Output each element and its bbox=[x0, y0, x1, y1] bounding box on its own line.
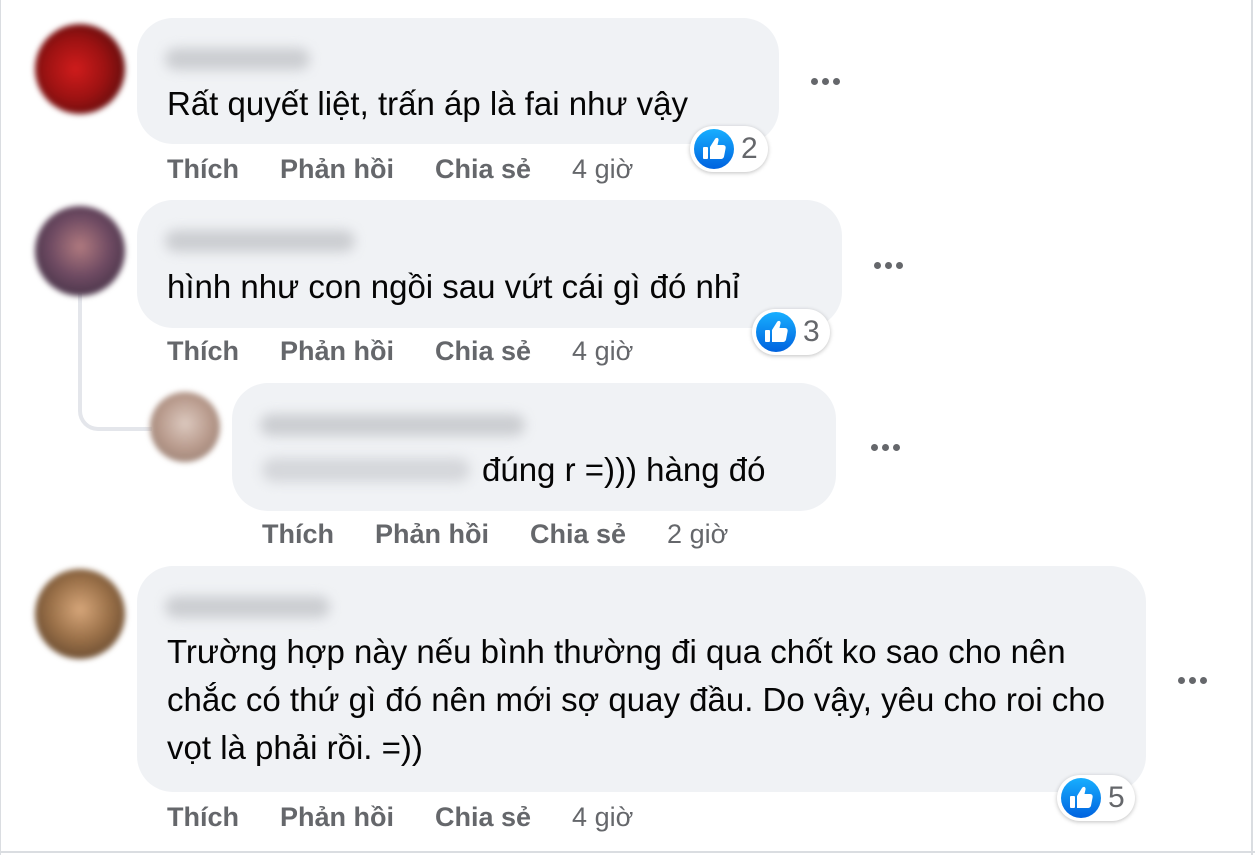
reply-button[interactable]: Phản hồi bbox=[280, 802, 394, 833]
comment-text: Trường hợp này nếu bình thường đi qua ch… bbox=[167, 633, 1105, 766]
thumbs-up-icon bbox=[694, 129, 734, 169]
thumbs-up-icon bbox=[1061, 778, 1101, 818]
comment-actions: Thích Phản hồi Chia sẻ 4 giờ bbox=[167, 802, 633, 833]
reaction-summary[interactable]: 2 bbox=[690, 126, 768, 172]
author-name-blurred[interactable] bbox=[165, 596, 330, 618]
reply-button[interactable]: Phản hồi bbox=[375, 519, 489, 550]
avatar[interactable] bbox=[35, 569, 125, 659]
frame-right-border bbox=[1251, 0, 1253, 855]
comment-text: đúng r =))) hàng đó bbox=[482, 451, 766, 488]
like-button[interactable]: Thích bbox=[167, 154, 239, 185]
share-button[interactable]: Chia sẻ bbox=[435, 154, 531, 185]
author-name-blurred[interactable] bbox=[260, 414, 525, 436]
like-button[interactable]: Thích bbox=[167, 802, 239, 833]
frame-left-border bbox=[0, 0, 1, 855]
share-button[interactable]: Chia sẻ bbox=[435, 336, 531, 367]
reply-button[interactable]: Phản hồi bbox=[280, 336, 394, 367]
like-button[interactable]: Thích bbox=[167, 336, 239, 367]
avatar[interactable] bbox=[35, 206, 125, 296]
mention-blurred[interactable] bbox=[262, 458, 470, 482]
author-name-blurred[interactable] bbox=[165, 48, 310, 70]
comment-actions: Thích Phản hồi Chia sẻ 4 giờ bbox=[167, 154, 633, 185]
comment-text: Rất quyết liệt, trấn áp là fai như vậy bbox=[167, 85, 689, 122]
reply-button[interactable]: Phản hồi bbox=[280, 154, 394, 185]
timestamp[interactable]: 2 giờ bbox=[667, 519, 728, 550]
author-name-blurred[interactable] bbox=[165, 230, 355, 252]
reaction-count: 3 bbox=[803, 315, 820, 348]
timestamp[interactable]: 4 giờ bbox=[572, 154, 633, 185]
reply-thread-line bbox=[78, 293, 152, 431]
more-options-icon[interactable] bbox=[871, 444, 900, 451]
reaction-count: 2 bbox=[741, 132, 758, 165]
timestamp[interactable]: 4 giờ bbox=[572, 336, 633, 367]
like-button[interactable]: Thích bbox=[262, 519, 334, 550]
reaction-summary[interactable]: 5 bbox=[1057, 775, 1135, 821]
share-button[interactable]: Chia sẻ bbox=[530, 519, 626, 550]
comment-actions: Thích Phản hồi Chia sẻ 2 giờ bbox=[262, 519, 728, 550]
more-options-icon[interactable] bbox=[874, 262, 903, 269]
avatar[interactable] bbox=[150, 392, 220, 462]
reaction-count: 5 bbox=[1108, 781, 1125, 814]
more-options-icon[interactable] bbox=[811, 78, 840, 85]
share-button[interactable]: Chia sẻ bbox=[435, 802, 531, 833]
frame-bottom-border bbox=[0, 851, 1255, 853]
timestamp[interactable]: 4 giờ bbox=[572, 802, 633, 833]
comment-actions: Thích Phản hồi Chia sẻ 4 giờ bbox=[167, 336, 633, 367]
avatar[interactable] bbox=[35, 24, 125, 114]
comment-text: hình như con ngồi sau vứt cái gì đó nhỉ bbox=[167, 268, 740, 305]
more-options-icon[interactable] bbox=[1178, 677, 1207, 684]
thumbs-up-icon bbox=[756, 312, 796, 352]
reaction-summary[interactable]: 3 bbox=[752, 309, 830, 355]
